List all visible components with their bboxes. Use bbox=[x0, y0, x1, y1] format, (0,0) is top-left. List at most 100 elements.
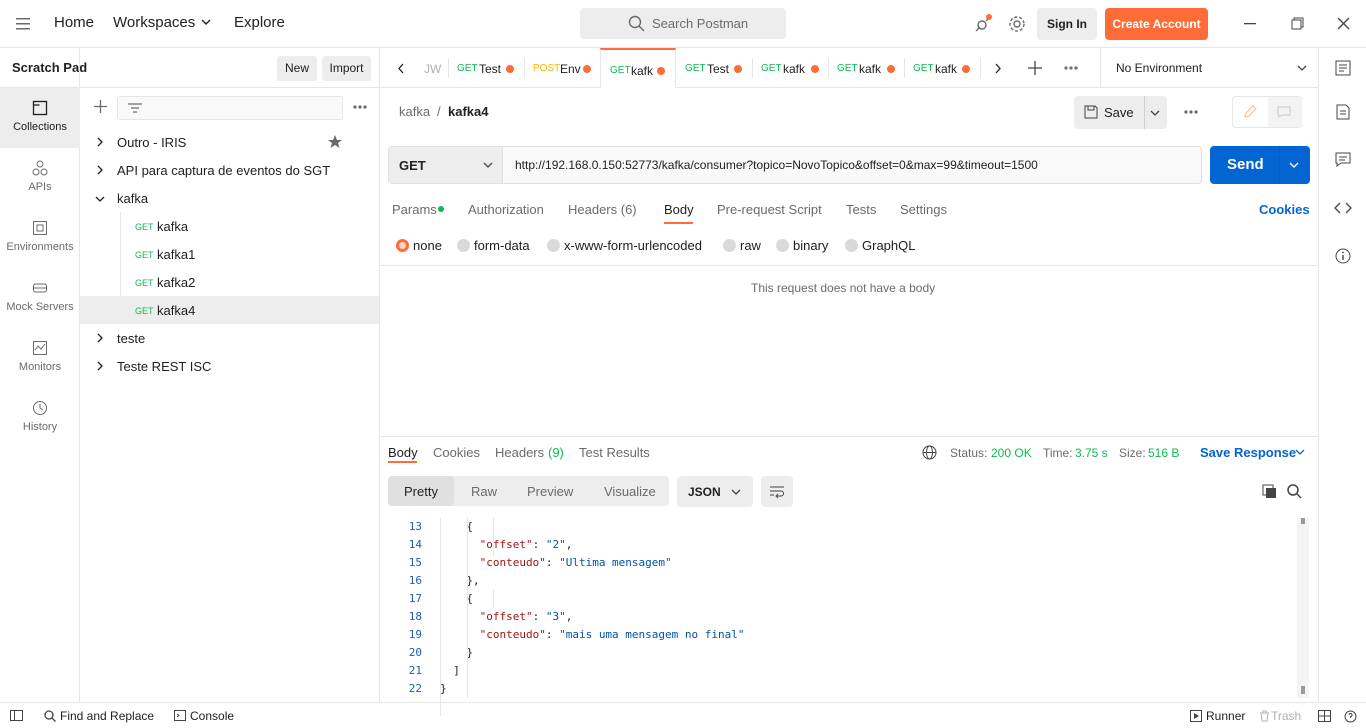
globe-icon[interactable] bbox=[922, 445, 937, 460]
response-tab-body[interactable]: Body bbox=[388, 445, 418, 460]
tree-item[interactable]: Teste REST ISC bbox=[80, 352, 379, 380]
scrollbar[interactable] bbox=[1297, 518, 1309, 698]
view-raw[interactable]: Raw bbox=[471, 484, 497, 499]
find-replace-button[interactable]: Find and Replace bbox=[60, 709, 154, 723]
scrollbar-thumb[interactable] bbox=[1301, 686, 1305, 694]
rail-environments[interactable]: Environments bbox=[0, 208, 80, 268]
tree-item[interactable]: Outro - IRIS bbox=[80, 128, 379, 156]
help-icon[interactable] bbox=[1344, 710, 1357, 723]
chevron-down-icon[interactable] bbox=[1289, 162, 1299, 169]
rail-history[interactable]: History bbox=[0, 388, 80, 448]
pencil-icon[interactable] bbox=[1243, 105, 1257, 119]
documentation-icon[interactable] bbox=[1336, 104, 1350, 120]
save-button[interactable]: Save bbox=[1074, 96, 1167, 129]
toggle-sidebar-icon[interactable] bbox=[10, 710, 23, 721]
star-icon[interactable] bbox=[328, 135, 342, 149]
environment-quick-look-icon[interactable] bbox=[1335, 60, 1351, 76]
tab[interactable]: GET kafk bbox=[828, 48, 904, 88]
url-input[interactable]: http://192.168.0.150:52773/kafka/consume… bbox=[515, 158, 1038, 172]
tab-pre-request-script[interactable]: Pre-request Script bbox=[717, 202, 822, 217]
tree-request-item-selected[interactable]: GET kafka4 bbox=[80, 296, 379, 324]
minimize-icon[interactable] bbox=[1244, 23, 1256, 25]
two-pane-icon[interactable] bbox=[1318, 710, 1331, 722]
tab[interactable]: JW bbox=[422, 48, 448, 88]
response-body-code[interactable]: 13{14 "offset": "2", 15 "conteudo": "Ultima… bbox=[380, 518, 1304, 716]
view-pretty[interactable]: Pretty bbox=[404, 484, 438, 499]
rail-collections[interactable]: Collections bbox=[0, 88, 80, 148]
more-options-icon[interactable] bbox=[353, 105, 367, 109]
add-icon[interactable] bbox=[94, 100, 107, 113]
filter-input[interactable] bbox=[117, 96, 343, 120]
size-value[interactable]: 516 B bbox=[1148, 446, 1179, 460]
chevron-right-icon[interactable] bbox=[96, 165, 104, 175]
nav-home[interactable]: Home bbox=[54, 14, 94, 31]
tree-request-item[interactable]: GET kafka1 bbox=[80, 240, 379, 268]
wrap-lines-button[interactable] bbox=[761, 476, 793, 507]
environment-selector[interactable]: No Environment bbox=[1100, 48, 1318, 88]
tree-request-item[interactable]: GET kafka2 bbox=[80, 268, 379, 296]
more-options-icon[interactable] bbox=[1184, 110, 1198, 114]
trash-button[interactable]: Trash bbox=[1271, 709, 1301, 723]
search-icon[interactable] bbox=[1287, 484, 1302, 499]
status-value[interactable]: 200 OK bbox=[991, 446, 1032, 460]
rail-apis[interactable]: APIs bbox=[0, 148, 80, 208]
nav-workspaces[interactable]: Workspaces bbox=[113, 14, 195, 31]
rail-monitors[interactable]: Monitors bbox=[0, 328, 80, 388]
new-button[interactable]: New bbox=[277, 56, 317, 81]
time-value[interactable]: 3.75 s bbox=[1075, 446, 1108, 460]
chevron-down-icon[interactable] bbox=[95, 195, 105, 203]
menu-icon[interactable] bbox=[16, 18, 30, 30]
tree-item[interactable]: API para captura de eventos do SGT bbox=[80, 156, 379, 184]
chevron-right-icon[interactable] bbox=[96, 333, 104, 343]
create-account-button[interactable]: Create Account bbox=[1105, 8, 1208, 40]
tab-body[interactable]: Body bbox=[664, 202, 694, 217]
tab-headers[interactable]: Headers (6) bbox=[568, 202, 637, 217]
nav-explore[interactable]: Explore bbox=[234, 14, 285, 31]
chevron-right-icon[interactable] bbox=[96, 361, 104, 371]
tab[interactable]: POST Env bbox=[524, 48, 600, 88]
chevron-left-icon[interactable] bbox=[397, 63, 405, 74]
tab-authorization[interactable]: Authorization bbox=[468, 202, 544, 217]
response-tab-headers[interactable]: Headers bbox=[495, 445, 544, 460]
view-preview[interactable]: Preview bbox=[527, 484, 573, 499]
search-input[interactable]: Search Postman bbox=[580, 8, 786, 39]
rail-mock-servers[interactable]: Mock Servers bbox=[0, 268, 80, 328]
console-button[interactable]: Console bbox=[190, 709, 234, 723]
tab[interactable]: GET Test bbox=[448, 48, 524, 88]
chevron-down-icon[interactable] bbox=[1295, 449, 1305, 456]
tab-active[interactable]: GET kafk bbox=[600, 48, 676, 88]
send-button[interactable]: Send bbox=[1210, 146, 1310, 184]
breadcrumb-parent[interactable]: kafka bbox=[399, 104, 430, 119]
info-icon[interactable] bbox=[1335, 248, 1351, 264]
response-tab-test-results[interactable]: Test Results bbox=[579, 445, 650, 460]
cookies-link[interactable]: Cookies bbox=[1259, 202, 1310, 217]
tab-settings[interactable]: Settings bbox=[900, 202, 947, 217]
tree-request-item[interactable]: GET kafka bbox=[80, 212, 379, 240]
tab[interactable]: GET kafk bbox=[904, 48, 980, 88]
chevron-right-icon[interactable] bbox=[96, 137, 104, 147]
response-tab-cookies[interactable]: Cookies bbox=[433, 445, 480, 460]
code-icon[interactable] bbox=[1334, 202, 1352, 214]
method-select[interactable]: GET bbox=[389, 147, 503, 183]
add-tab-icon[interactable] bbox=[1028, 61, 1042, 75]
view-visualize[interactable]: Visualize bbox=[604, 484, 656, 499]
tab-params[interactable]: Params bbox=[392, 202, 437, 217]
chevron-right-icon[interactable] bbox=[994, 63, 1002, 74]
close-icon[interactable] bbox=[1337, 17, 1350, 30]
request-title[interactable]: kafka4 bbox=[448, 104, 488, 119]
satellite-icon[interactable] bbox=[973, 14, 993, 34]
runner-button[interactable]: Runner bbox=[1206, 709, 1245, 723]
tab[interactable]: GET Test bbox=[676, 48, 752, 88]
sign-in-button[interactable]: Sign In bbox=[1037, 8, 1097, 40]
copy-icon[interactable] bbox=[1262, 484, 1277, 499]
comments-icon[interactable] bbox=[1335, 152, 1351, 167]
chevron-down-icon[interactable] bbox=[201, 19, 211, 26]
tab[interactable]: GET kafk bbox=[752, 48, 828, 88]
save-response-button[interactable]: Save Response bbox=[1200, 445, 1296, 460]
tree-item[interactable]: teste bbox=[80, 324, 379, 352]
more-options-icon[interactable] bbox=[1064, 66, 1078, 70]
format-select[interactable]: JSON bbox=[677, 476, 753, 507]
tree-item[interactable]: kafka bbox=[80, 184, 379, 212]
chevron-down-icon[interactable] bbox=[1150, 110, 1160, 117]
response-divider[interactable] bbox=[380, 436, 1318, 437]
